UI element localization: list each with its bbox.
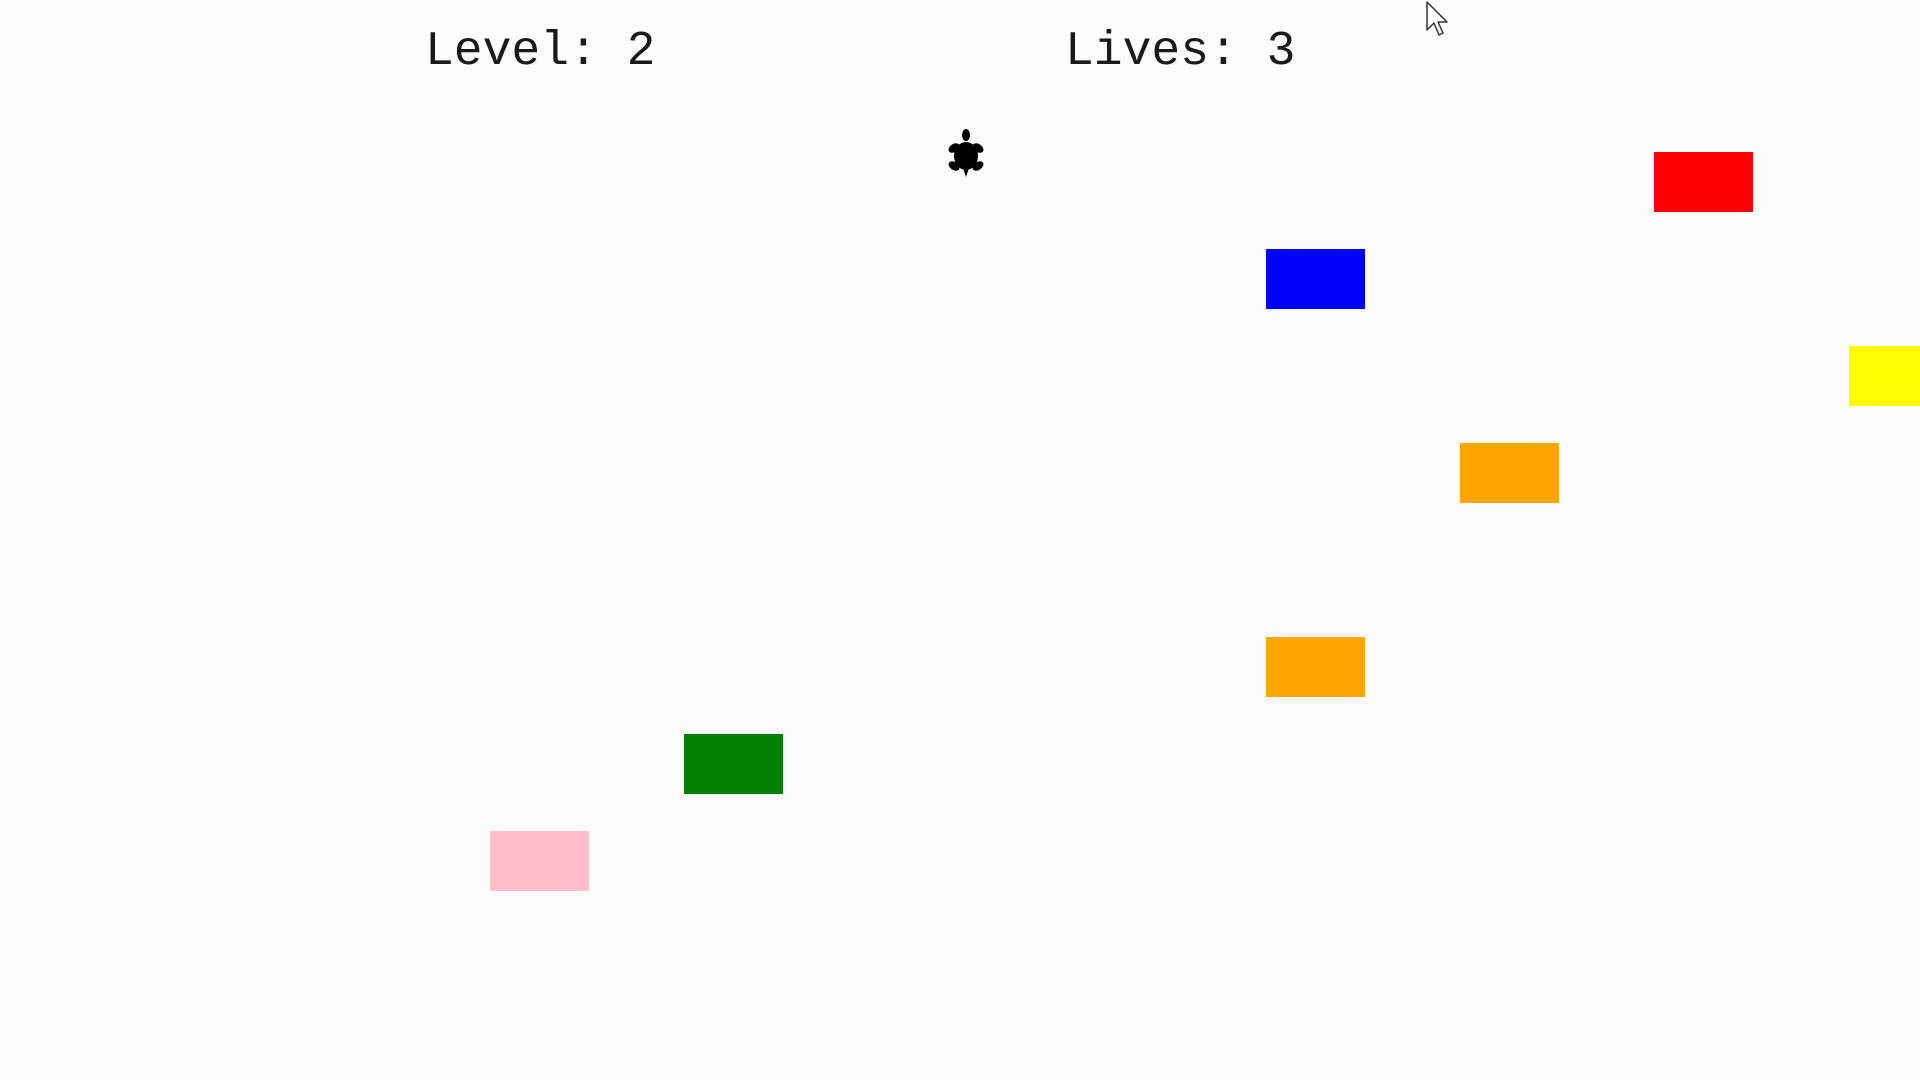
level-display: Level: 2 (425, 28, 655, 76)
level-value: 2 (626, 25, 656, 79)
level-label: Level: (425, 25, 598, 79)
car-red (1654, 152, 1753, 212)
car-orange (1460, 443, 1559, 503)
game-canvas[interactable]: Level: 2 Lives: 3 (0, 0, 1920, 1080)
lives-value: 3 (1266, 25, 1296, 79)
car-blue (1266, 249, 1365, 309)
lives-label: Lives: (1065, 25, 1238, 79)
car-yellow (1849, 346, 1920, 406)
car-orange (1266, 637, 1365, 697)
turtle-icon (948, 129, 984, 177)
car-pink (490, 831, 589, 891)
lives-display: Lives: 3 (1065, 28, 1295, 76)
mouse-pointer-icon (1426, 1, 1448, 36)
car-green (684, 734, 783, 794)
